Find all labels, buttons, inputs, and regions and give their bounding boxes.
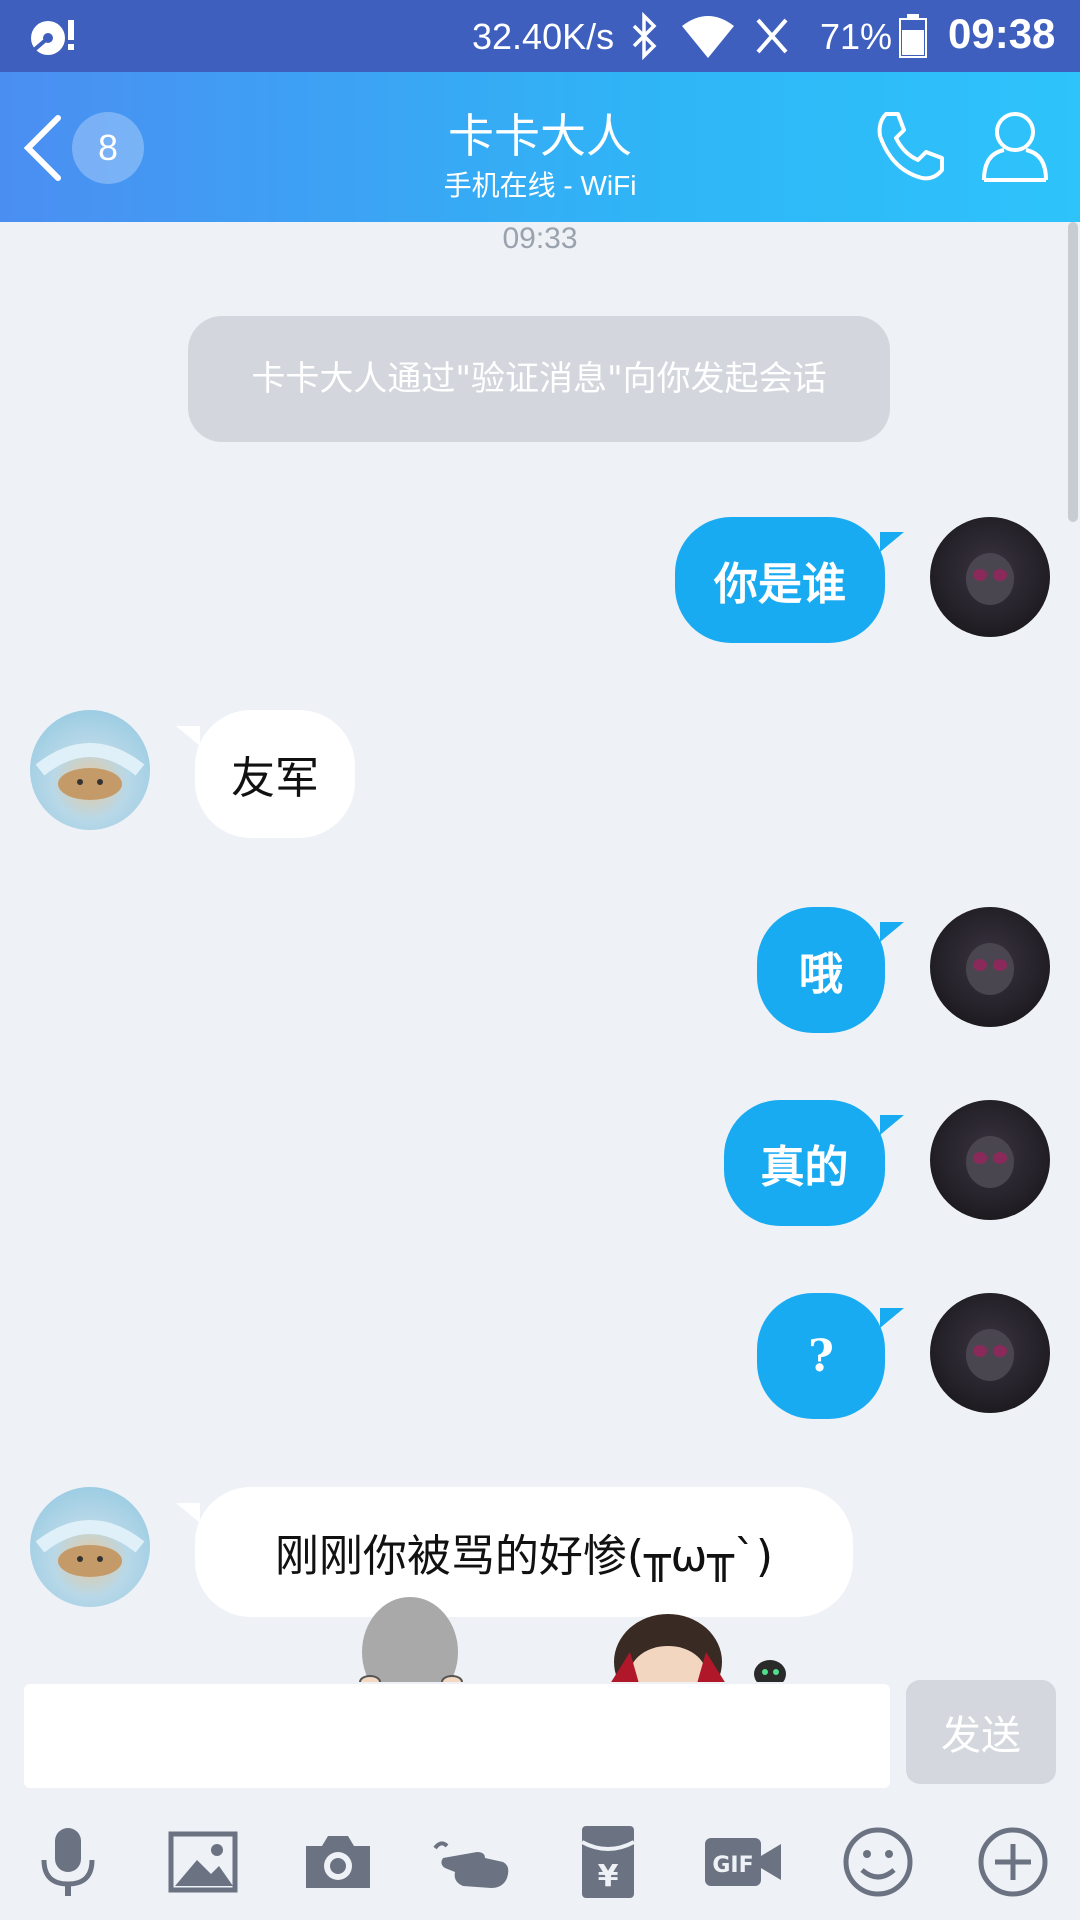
my-avatar[interactable]	[930, 1293, 1050, 1413]
bubble-tail	[176, 1503, 200, 1523]
scrollbar[interactable]	[1068, 222, 1078, 522]
image-icon[interactable]	[163, 1822, 243, 1902]
message-bubble[interactable]: 友军	[195, 710, 355, 838]
status-bar: 32.40K/s 71% 09:38	[0, 0, 1080, 72]
message-bubble[interactable]: 哦	[757, 907, 885, 1033]
bubble-tail	[880, 1308, 904, 1328]
battery-percent: 71%	[820, 16, 893, 57]
my-avatar[interactable]	[930, 517, 1050, 637]
send-button[interactable]: 发送	[906, 1680, 1056, 1784]
camera-icon[interactable]	[298, 1822, 378, 1902]
bubble-tail	[176, 726, 200, 746]
battery-icon	[899, 14, 927, 58]
contact-avatar[interactable]	[30, 710, 150, 830]
microphone-icon[interactable]	[28, 1822, 108, 1902]
message-input[interactable]	[24, 1684, 890, 1788]
message-bubble[interactable]: ?	[757, 1293, 885, 1419]
contact-avatar[interactable]	[30, 1487, 150, 1607]
bubble-tail	[880, 1115, 904, 1135]
plus-icon[interactable]	[973, 1822, 1053, 1902]
message-timestamp: 09:33	[502, 222, 578, 255]
sticker-peek-characters	[359, 1597, 786, 1682]
network-speed: 32.40K/s	[472, 16, 615, 57]
my-avatar[interactable]	[930, 1100, 1050, 1220]
message-bubble[interactable]: 你是谁	[675, 517, 885, 643]
bluetooth-icon	[632, 12, 657, 60]
phone-icon[interactable]	[872, 108, 948, 184]
wifi-icon	[682, 16, 734, 58]
contact-icon[interactable]	[980, 108, 1050, 184]
message-bubble[interactable]: 真的	[724, 1100, 885, 1226]
chat-header: 8 卡卡大人 手机在线 - WiFi	[0, 72, 1080, 222]
music-notification-icon	[31, 20, 74, 55]
svg-text:GIF: GIF	[712, 1853, 753, 1878]
red-packet-icon[interactable]: ¥	[568, 1822, 648, 1902]
system-message: 卡卡大人通过"验证消息"向你发起会话	[188, 316, 890, 442]
bubble-tail	[880, 922, 904, 942]
gif-icon[interactable]: GIF	[703, 1822, 783, 1902]
chat-toolbar: ¥ GIF	[0, 1822, 1080, 1912]
poke-icon[interactable]	[433, 1822, 513, 1902]
clock: 09:38	[948, 10, 1056, 57]
chat-area[interactable]: 09:33 卡卡大人通过"验证消息"向你发起会话 你是谁 友军 哦 真的 ? 刚…	[0, 222, 1080, 1682]
no-signal-icon	[756, 18, 788, 54]
my-avatar[interactable]	[930, 907, 1050, 1027]
emoji-icon[interactable]	[838, 1822, 918, 1902]
input-area: 发送 ¥ GIF	[0, 1680, 1080, 1920]
bubble-tail	[880, 532, 904, 552]
svg-text:¥: ¥	[598, 1859, 619, 1894]
